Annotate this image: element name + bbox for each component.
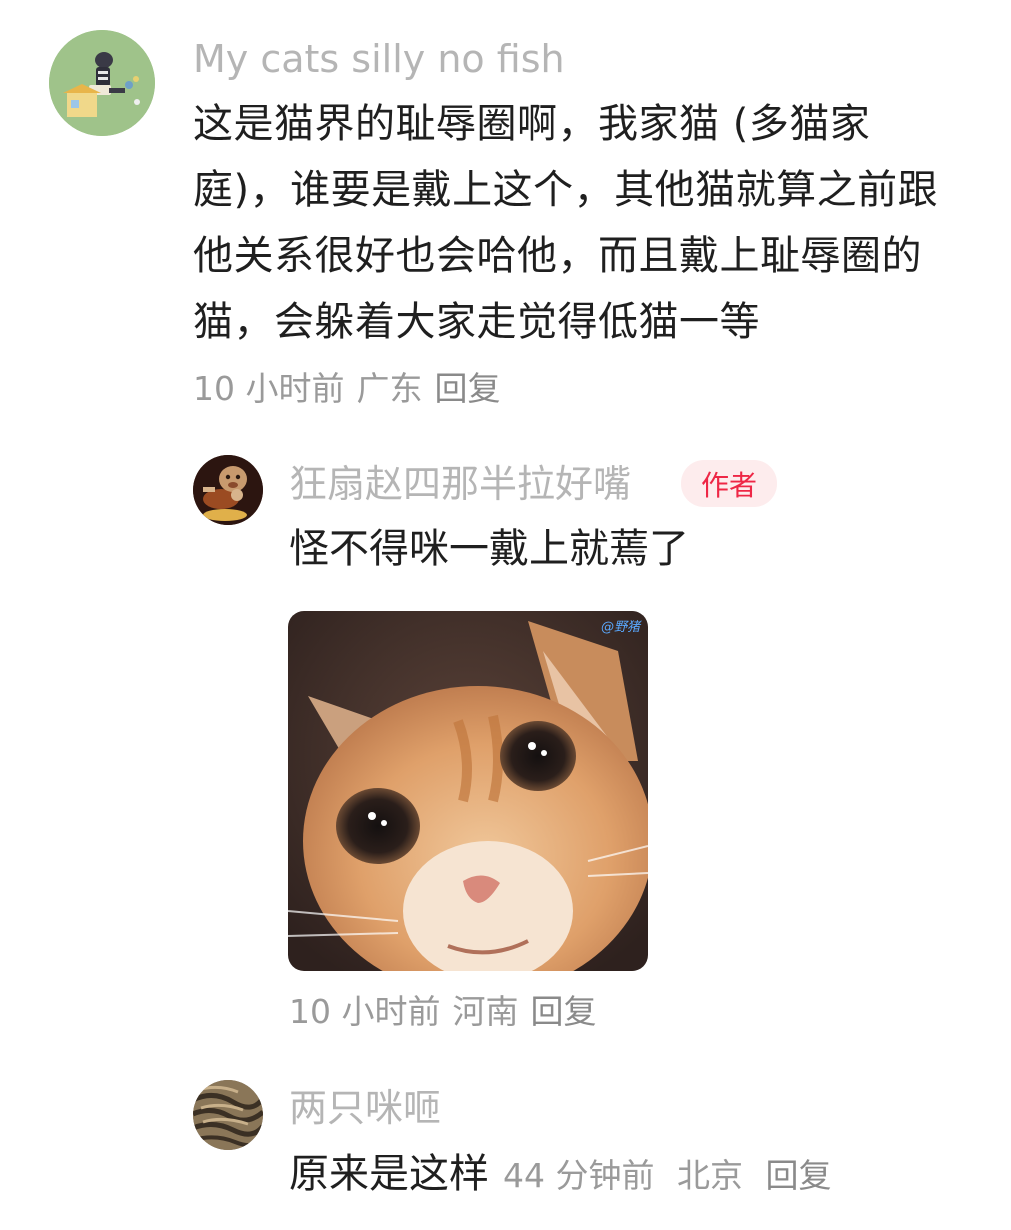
image-watermark: @野猪: [601, 620, 642, 635]
reply-meta: 44 分钟前 北京 回复: [503, 1149, 831, 1197]
user-avatar[interactable]: [193, 1080, 263, 1150]
reply-location: 北京: [676, 1156, 743, 1195]
reply-button[interactable]: 回复: [434, 364, 500, 414]
cartoon-avatar-icon: [49, 30, 155, 136]
tabby-cat-avatar-icon: [193, 1080, 263, 1150]
comment-username[interactable]: My cats silly no fish: [193, 34, 565, 84]
comment-text-line: 这是猫界的耻辱圈啊，我家猫 (多猫家: [193, 101, 871, 147]
comment-text-line: 庭)，谁要是戴上这个，其他猫就算之前跟: [193, 167, 939, 213]
reply-time: 10 小时前: [289, 992, 441, 1031]
comment-meta: 10 小时前 广东 回复: [193, 364, 500, 414]
reply-text: 原来是这样: [289, 1151, 489, 1197]
reply-time: 44 分钟前: [503, 1156, 655, 1195]
crying-cat-image-icon: @野猪: [288, 611, 648, 971]
comment-time: 10 小时前: [193, 369, 345, 408]
reply-username[interactable]: 两只咪咂: [289, 1083, 441, 1133]
dog-avatar-icon: [193, 455, 263, 525]
reply-button[interactable]: 回复: [765, 1156, 831, 1195]
reply-button[interactable]: 回复: [530, 987, 596, 1037]
reply-text: 怪不得咪一戴上就蔫了: [289, 526, 689, 572]
crying-cat-image[interactable]: @野猪: [288, 611, 648, 971]
comment-text-line: 猫，会躲着大家走觉得低猫一等: [193, 299, 760, 345]
author-badge: 作者: [681, 460, 777, 507]
user-avatar[interactable]: [49, 30, 155, 136]
comment-text-line: 他关系很好也会哈他，而且戴上耻辱圈的: [193, 233, 922, 279]
user-avatar[interactable]: [193, 455, 263, 525]
reply-meta: 10 小时前 河南 回复: [289, 987, 596, 1037]
comment-location: 广东: [356, 369, 423, 408]
reply-location: 河南: [452, 992, 519, 1031]
reply-line: 原来是这样 44 分钟前 北京 回复: [289, 1142, 831, 1206]
comment-thread: My cats silly no fish 这是猫界的耻辱圈啊，我家猫 (多猫家…: [0, 0, 1011, 1230]
reply-username[interactable]: 狂扇赵四那半拉好嘴: [289, 459, 631, 509]
